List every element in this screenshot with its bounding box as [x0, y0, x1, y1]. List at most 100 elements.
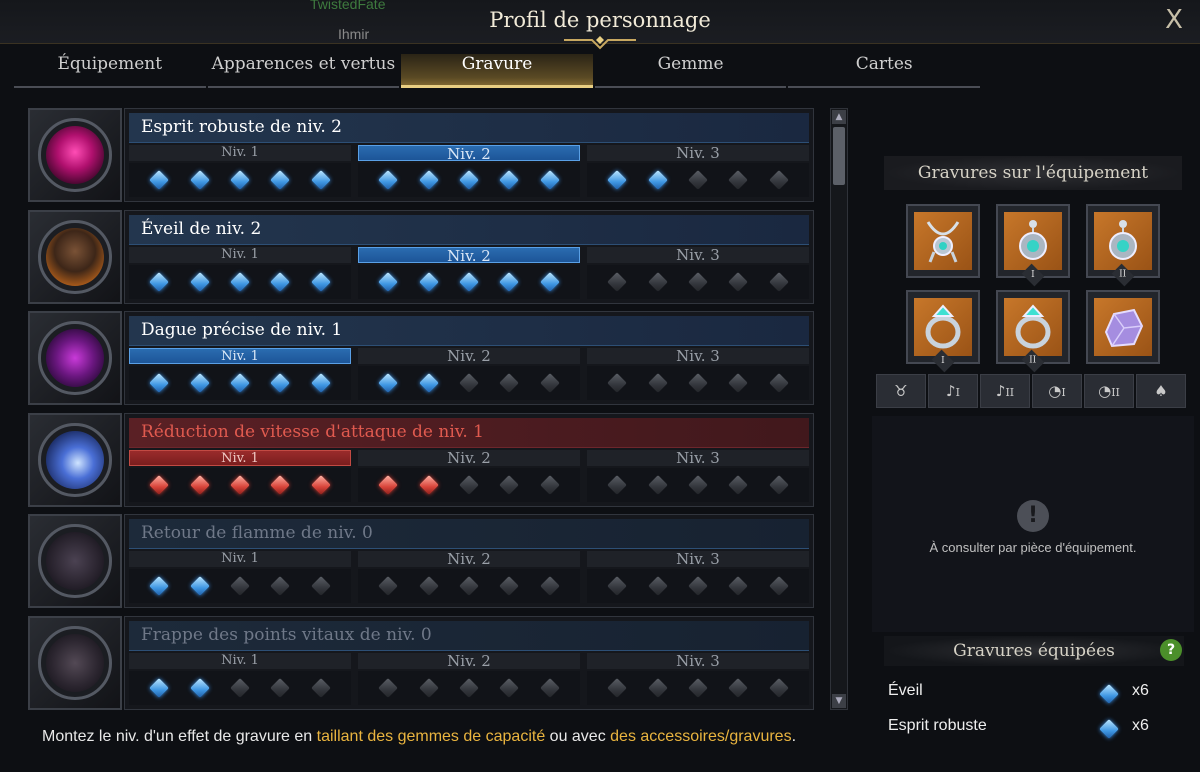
blue-gem-icon	[230, 170, 250, 190]
equipment-slot-ring-1[interactable]: I	[906, 290, 980, 373]
equipment-slot-stone[interactable]	[1086, 290, 1160, 364]
engraving-panel: Esprit robuste de niv. 2 Niv. 1 Niv. 2 Niv.…	[124, 108, 814, 202]
filter-label: II	[1005, 386, 1015, 399]
tab-equipment[interactable]: Équipement	[14, 54, 206, 88]
engraving-row: Frappe des points vitaux de niv. 0 Niv. 1…	[28, 615, 814, 710]
level-block: Niv. 1	[129, 449, 351, 502]
equipment-slot-earring-2[interactable]: II	[1086, 204, 1160, 287]
red-gem-icon	[270, 474, 291, 495]
level-gems	[358, 163, 580, 197]
level-block: Niv. 3	[587, 246, 809, 299]
empty-gem-icon	[270, 576, 291, 596]
footnote-text: ou avec	[545, 728, 611, 745]
engraving-name: Frappe des points vitaux de niv. 0	[141, 624, 432, 645]
filter-label: II	[1111, 386, 1120, 399]
red-gem-icon	[378, 474, 399, 495]
engraving-panel: Dague précise de niv. 1 Niv. 1 Niv. 2 Niv. …	[124, 311, 814, 405]
level-header: Niv. 3	[587, 551, 809, 567]
exclamation-icon: !	[1017, 500, 1049, 532]
empty-gem-icon	[768, 474, 789, 495]
blue-gem-icon	[310, 373, 331, 393]
close-button[interactable]: X	[1162, 6, 1186, 34]
equipment-slot-earring-1[interactable]: I	[996, 204, 1070, 287]
empty-gem-icon	[728, 576, 749, 596]
empty-gem-icon	[499, 677, 520, 698]
tab-appearances[interactable]: Apparences et vertus	[207, 54, 400, 88]
blue-gem-icon	[230, 271, 250, 292]
chain-icon	[46, 430, 104, 489]
engraving-icon-frame	[28, 209, 122, 304]
equipment-engravings-title: Gravures sur l'équipement	[884, 156, 1182, 190]
footnote-text: .	[791, 728, 797, 745]
filter-button[interactable]: ♪I	[928, 374, 978, 408]
equipped-row: Esprit robuste x6	[888, 717, 1158, 741]
empty-gem-icon	[688, 474, 708, 495]
link-ability-stones[interactable]: taillant des gemmes de capacité	[317, 728, 546, 745]
filter-button[interactable]: ♉	[876, 374, 926, 408]
level-gems	[587, 366, 809, 400]
tab-engraving[interactable]: Gravure	[401, 54, 593, 88]
equipment-slot-ring-2[interactable]: II	[996, 290, 1070, 373]
engraving-name-bar: Dague précise de niv. 1	[129, 316, 809, 346]
level-header: Niv. 2	[358, 348, 580, 364]
blue-gem-icon	[230, 373, 250, 393]
info-area: ! À consulter par pièce d'équipement.	[872, 416, 1194, 632]
blue-gem-icon	[499, 271, 520, 292]
tab-gem[interactable]: Gemme	[594, 54, 787, 88]
link-accessories[interactable]: des accessoires/gravures	[610, 728, 791, 745]
level-header: Niv. 2	[358, 652, 580, 669]
empty-gem-icon	[768, 576, 789, 596]
empty-gem-icon	[768, 170, 789, 190]
ring-icon: ◔	[1098, 382, 1112, 400]
filter-button[interactable]: ♪II	[980, 374, 1030, 408]
empty-gem-icon	[310, 677, 331, 698]
empty-gem-icon	[728, 170, 749, 190]
level-header: Niv. 2	[358, 246, 580, 264]
empty-gem-icon	[647, 576, 668, 596]
empty-gem-icon	[539, 373, 560, 393]
filter-button[interactable]: ♠	[1136, 374, 1186, 408]
filter-label: I	[1061, 386, 1066, 399]
empty-gem-icon	[230, 677, 250, 698]
engraving-icon-frame	[28, 514, 122, 608]
level-block: Niv. 1	[129, 652, 351, 705]
scroll-up-button[interactable]: ▲	[832, 110, 846, 124]
title-bar: TwistedFate Ihmir Profil de personnage X	[0, 0, 1200, 50]
empty-gem-icon	[230, 576, 250, 596]
scroll-thumb[interactable]	[833, 127, 845, 185]
equipment-slot-necklace[interactable]	[906, 204, 980, 278]
level-header: Niv. 2	[358, 551, 580, 567]
level-gems	[587, 670, 809, 705]
level-header: Niv. 1	[129, 449, 351, 466]
tab-cards[interactable]: Cartes	[788, 54, 980, 88]
level-gems	[358, 264, 580, 299]
scrollbar[interactable]: ▲ ▼	[830, 108, 848, 710]
level-gems	[129, 264, 351, 299]
empty-gem-icon	[459, 576, 479, 596]
blue-gem-icon	[189, 170, 210, 190]
ring-icon: ◔	[1048, 382, 1062, 400]
empty-gem-icon	[607, 271, 628, 292]
scroll-down-button[interactable]: ▼	[832, 694, 846, 708]
empty-gem-icon	[310, 576, 331, 596]
empty-gem-icon	[607, 474, 628, 495]
empty-gem-icon	[499, 474, 520, 495]
empty-gem-icon	[688, 576, 708, 596]
engraving-icon-frame	[28, 108, 122, 202]
level-block: Niv. 3	[587, 348, 809, 400]
filter-button[interactable]: ◔II	[1084, 374, 1134, 408]
filter-button[interactable]: ◔I	[1032, 374, 1082, 408]
level-block: Niv. 2	[358, 652, 580, 705]
footnote: Montez le niv. d'un effet de gravure en …	[42, 728, 796, 746]
blue-gem-icon	[418, 271, 439, 292]
skull-icon	[46, 126, 104, 184]
earring-icon: ♪	[995, 382, 1006, 400]
level-block: Niv. 1	[129, 551, 351, 603]
engraving-panel: Réduction de vitesse d'attaque de niv. 1…	[124, 412, 814, 507]
blue-gem-icon	[149, 576, 170, 596]
level-gems	[358, 569, 580, 603]
empty-gem-icon	[768, 373, 789, 393]
help-icon[interactable]: ?	[1160, 639, 1182, 661]
empty-gem-icon	[378, 677, 399, 698]
blue-gem-icon	[189, 271, 210, 292]
